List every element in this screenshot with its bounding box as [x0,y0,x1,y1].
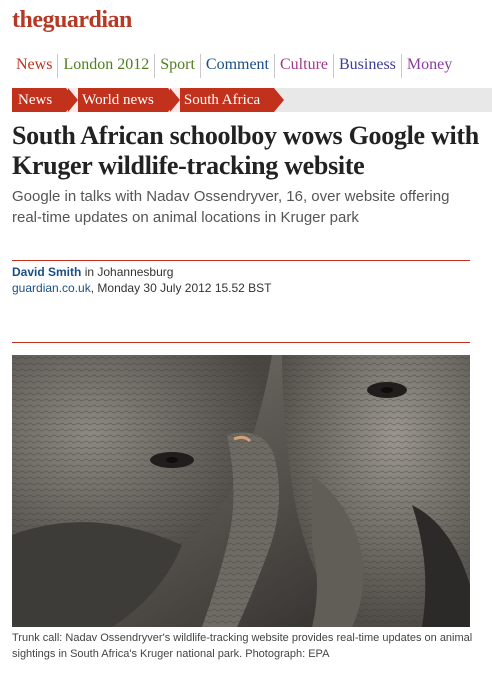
logo-the: the [12,7,43,33]
section-link-money[interactable]: Money [400,54,457,78]
elephants-photo [12,355,470,627]
breadcrumb-news[interactable]: News [12,88,77,112]
section-nav: News London 2012 Sport Comment Culture B… [12,51,492,81]
dateline: guardian.co.uk, Monday 30 July 2012 15.5… [12,280,482,296]
publish-date: , Monday 30 July 2012 15.52 BST [90,281,272,295]
divider [12,260,470,261]
article-standfirst: Google in talks with Nadav Ossendryver, … [12,188,450,226]
author-link[interactable]: David Smith [12,265,81,279]
author-location: in Johannesburg [81,265,174,279]
byline: David Smith in Johannesburg [12,264,482,280]
breadcrumb-south-africa[interactable]: South Africa [169,88,285,112]
source-link[interactable]: guardian.co.uk [12,281,91,295]
article-headline: South African schoolboy wows Google with… [12,121,479,180]
section-link-sport[interactable]: Sport [154,54,200,78]
breadcrumb: News World news South Africa [12,88,492,112]
section-link-london-2012[interactable]: London 2012 [57,54,154,78]
logo-name: guardian [42,7,133,33]
guardian-logo[interactable]: theguardian [12,6,132,34]
section-link-comment[interactable]: Comment [199,54,274,78]
breadcrumb-world-news[interactable]: World news [68,88,178,112]
section-link-business[interactable]: Business [333,54,401,78]
section-link-culture[interactable]: Culture [274,54,333,78]
photo-caption: Trunk call: Nadav Ossendryver's wildlife… [12,632,473,660]
article-photo [12,355,470,627]
section-link-news[interactable]: News [12,54,57,78]
divider [12,342,470,343]
